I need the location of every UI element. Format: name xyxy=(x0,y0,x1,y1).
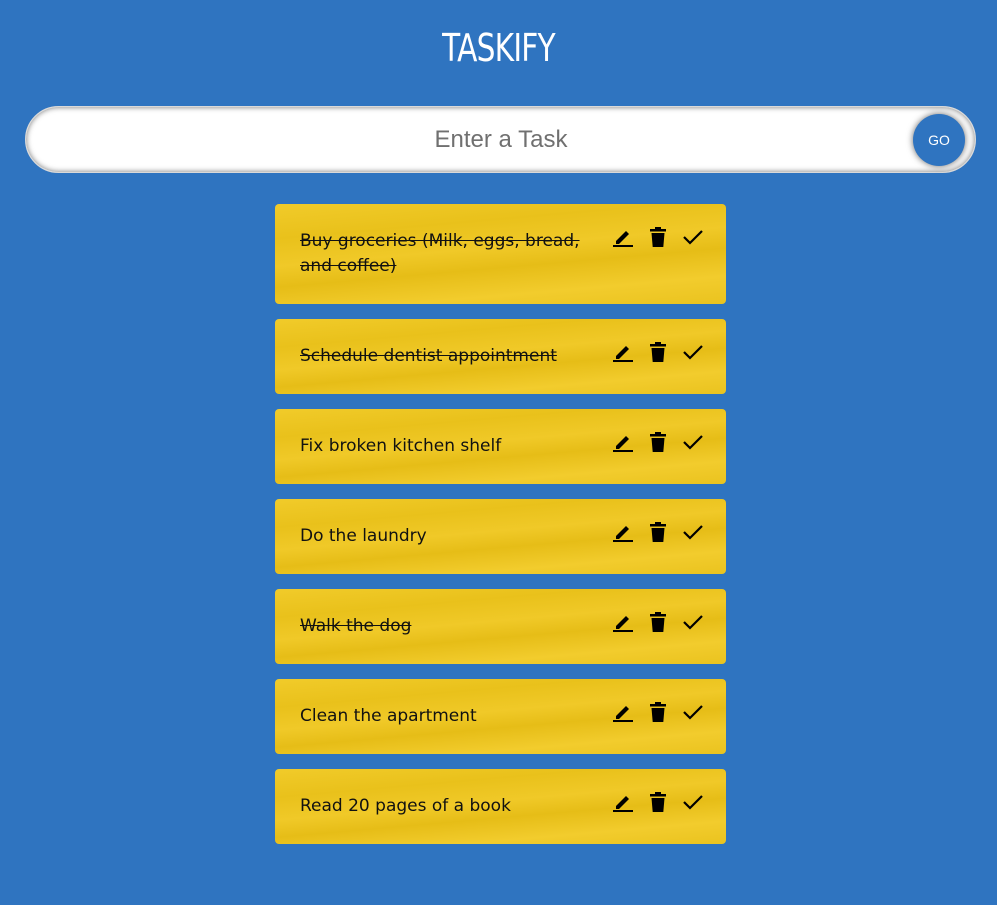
todo-item: Schedule dentist appointment xyxy=(275,319,726,394)
todo-item: Buy groceries (Milk, eggs, bread, and co… xyxy=(275,204,726,304)
check-icon[interactable] xyxy=(682,341,704,363)
todo-item: Walk the dog xyxy=(275,589,726,664)
check-icon[interactable] xyxy=(682,431,704,453)
delete-icon[interactable] xyxy=(647,341,669,363)
todo-text: Buy groceries (Milk, eggs, bread, and co… xyxy=(300,231,580,276)
go-button[interactable]: GO xyxy=(913,114,965,166)
todo-actions xyxy=(612,701,704,723)
todo-actions xyxy=(612,791,704,813)
todo-item: Clean the apartment xyxy=(275,679,726,754)
edit-icon[interactable] xyxy=(612,791,634,813)
task-input-form: GO xyxy=(25,106,976,173)
task-input[interactable] xyxy=(86,107,916,172)
app-title: TASKIFY xyxy=(442,26,556,70)
todo-actions xyxy=(612,341,704,363)
edit-icon[interactable] xyxy=(612,226,634,248)
check-icon[interactable] xyxy=(682,701,704,723)
edit-icon[interactable] xyxy=(612,341,634,363)
todo-item: Fix broken kitchen shelf xyxy=(275,409,726,484)
delete-icon[interactable] xyxy=(647,791,669,813)
app: TASKIFY GO Buy groceries (Milk, eggs, br… xyxy=(0,0,997,905)
check-icon[interactable] xyxy=(682,521,704,543)
check-icon[interactable] xyxy=(682,791,704,813)
todo-actions xyxy=(612,611,704,633)
delete-icon[interactable] xyxy=(647,521,669,543)
todo-item: Read 20 pages of a book xyxy=(275,769,726,844)
edit-icon[interactable] xyxy=(612,611,634,633)
todo-actions xyxy=(612,431,704,453)
check-icon[interactable] xyxy=(682,611,704,633)
todo-list: Buy groceries (Milk, eggs, bread, and co… xyxy=(275,204,726,859)
todo-item: Do the laundry xyxy=(275,499,726,574)
delete-icon[interactable] xyxy=(647,701,669,723)
todo-actions xyxy=(612,521,704,543)
edit-icon[interactable] xyxy=(612,431,634,453)
check-icon[interactable] xyxy=(682,226,704,248)
edit-icon[interactable] xyxy=(612,521,634,543)
delete-icon[interactable] xyxy=(647,226,669,248)
delete-icon[interactable] xyxy=(647,611,669,633)
todo-actions xyxy=(612,226,704,248)
edit-icon[interactable] xyxy=(612,701,634,723)
delete-icon[interactable] xyxy=(647,431,669,453)
